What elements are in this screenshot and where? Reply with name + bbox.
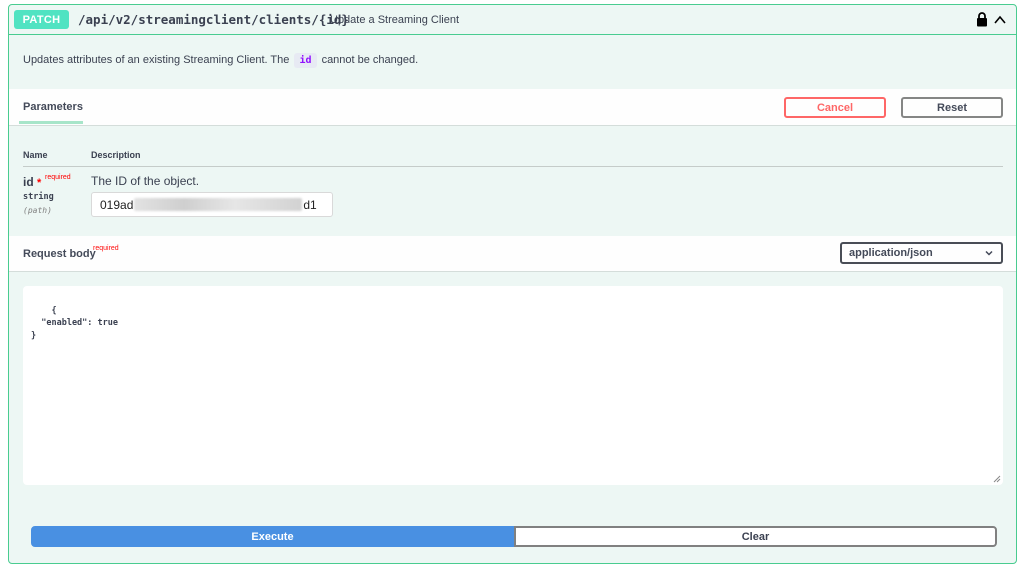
header-divider [23,166,1003,167]
operation-description: Updates attributes of an existing Stream… [23,53,418,68]
request-body-required: required [93,245,119,252]
execute-row: Execute Clear [31,526,997,547]
request-body-json: { "enabled": true } [31,305,118,341]
column-header-name: Name [23,150,48,160]
parameter-description: The ID of the object. [91,174,200,188]
chevron-down-icon [985,250,993,256]
parameter-location: (path) [23,206,52,215]
id-value-prefix: 019ad [100,197,134,212]
content-type-select[interactable]: application/json [840,242,1003,264]
resize-handle-icon[interactable] [993,475,1001,483]
lock-icon[interactable] [976,12,988,27]
tab-parameters[interactable]: Parameters [23,101,83,113]
clear-button[interactable]: Clear [514,526,997,547]
content-type-value: application/json [849,247,933,259]
execute-button[interactable]: Execute [31,526,514,547]
request-body-header: Request body required application/json [9,236,1016,272]
description-text: Updates attributes of an existing Stream… [23,54,290,66]
operation-summary[interactable]: PATCH /api/v2/streamingclient/clients/{i… [9,5,1016,35]
chevron-up-icon[interactable] [993,13,1007,27]
operation-block: PATCH /api/v2/streamingclient/clients/{i… [8,4,1017,564]
column-header-description: Description [91,150,141,160]
redacted-value [134,198,303,211]
parameter-name: id * [23,175,42,189]
operation-summary-text: Update a Streaming Client [330,14,460,26]
required-label: required [45,174,71,181]
tab-underline [19,121,83,124]
id-input[interactable]: 019ad d1 [91,192,333,217]
reset-button[interactable]: Reset [901,97,1003,118]
parameter-type: string [23,192,54,202]
required-star: * [37,177,42,189]
endpoint-path: /api/v2/streamingclient/clients/{id} [78,12,349,27]
description-text-end: cannot be changed. [321,54,419,66]
method-badge: PATCH [14,10,69,29]
request-body-editor[interactable]: { "enabled": true } [23,286,1003,485]
cancel-button[interactable]: Cancel [784,97,886,118]
request-body-title: Request body [23,248,96,260]
description-code: id [294,53,317,68]
id-value-suffix: d1 [303,197,317,212]
parameters-header: Parameters Cancel Reset [9,89,1016,126]
